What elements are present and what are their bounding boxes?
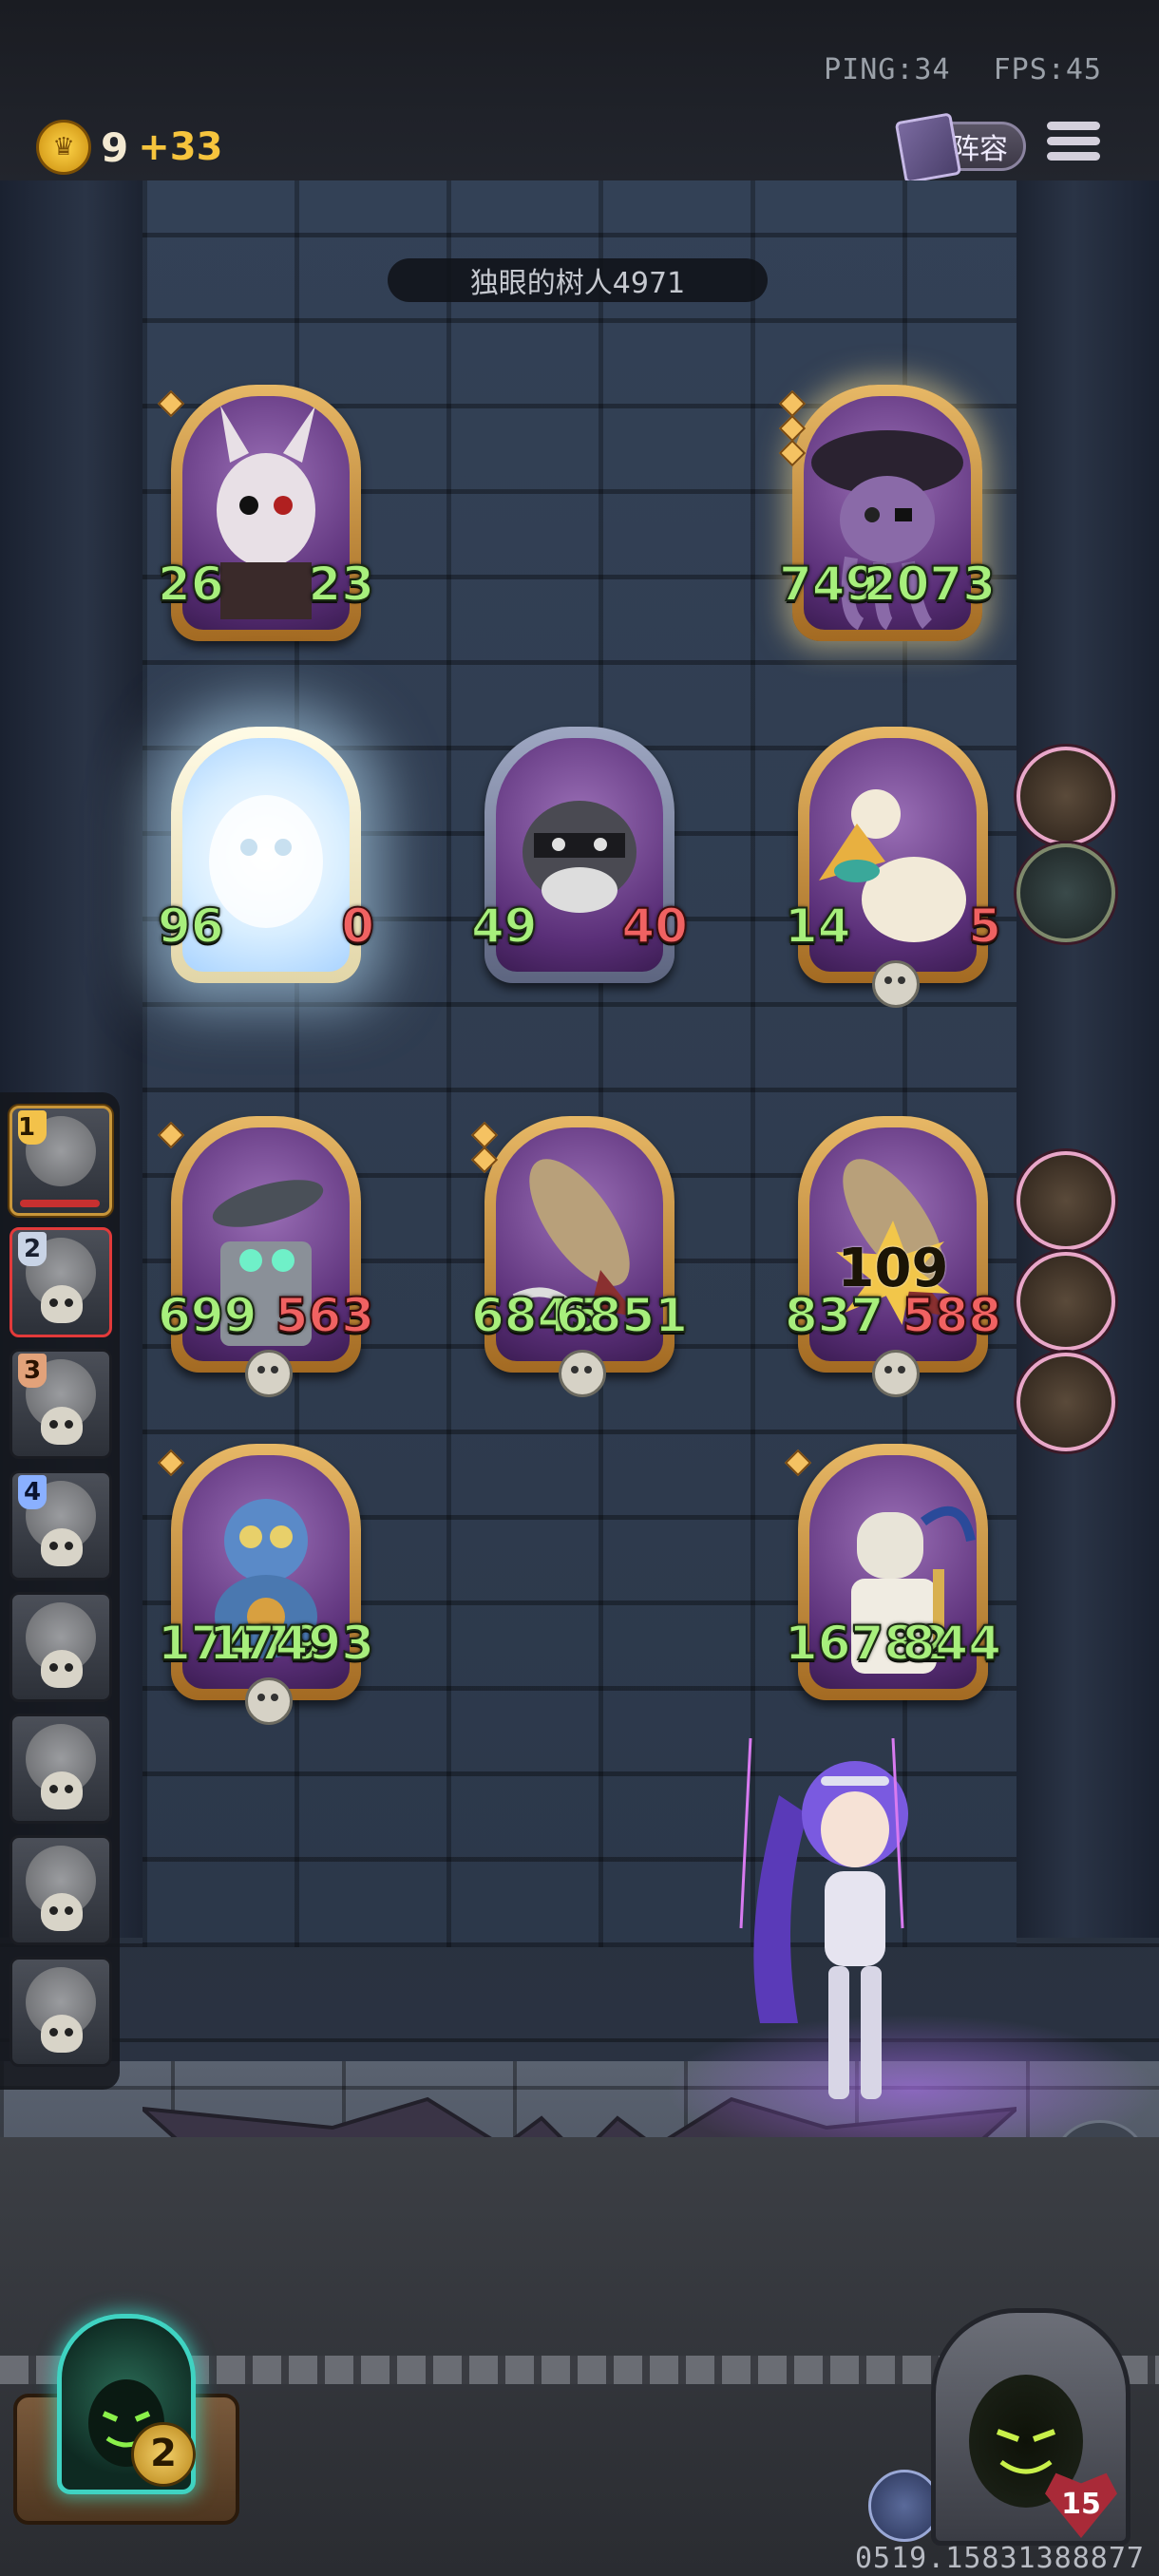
gold-display: ♛ 9 +33 [36,120,222,175]
lineup-book-icon [894,112,962,184]
lives-count: 15 [1061,2488,1101,2521]
gold-income: +33 [138,125,223,169]
turn-slot-1[interactable]: 1 [10,1106,112,1216]
turn-order-list: 1 2 3 4 [0,1092,120,2090]
enemy-name: 独眼的树人4971 [388,258,768,302]
room-id: 0519.15831388877 [855,2542,1145,2575]
skull-icon [872,1350,920,1397]
turn-order-badge: 2 [18,1232,47,1266]
card-health: 0 [340,899,375,954]
fps-label: FPS:45 [993,53,1102,86]
lighthouse-relic-icon[interactable] [1016,1353,1115,1451]
skull-icon [41,1893,83,1931]
catapult-relic-icon[interactable] [1016,747,1115,845]
card-attack: 14 [784,899,852,954]
network-stats: PING:34 FPS:45 [799,53,1102,86]
top-bar: PING:34 FPS:45 ♛ 9 +33 阵容 [0,0,1159,184]
right-pillar [1016,180,1159,1938]
card-trash-robot[interactable]: 699 563 [157,1116,375,1397]
skull-icon [41,2015,83,2053]
turn-slot-4[interactable]: 4 [10,1470,112,1581]
turn-order-badge: 1 [18,1110,47,1145]
card-attack: 699 [157,1288,257,1343]
skull-icon [559,1350,606,1397]
hero-character[interactable] [722,1738,969,2118]
skull-icon [41,1771,83,1809]
card-round-robot[interactable]: 17479 17493 [157,1444,375,1725]
card-attack: 96 [157,899,225,954]
skull-icon [41,1285,83,1323]
turn-slot-2[interactable]: 2 [10,1227,112,1337]
card-rocket-a[interactable]: 6845 6851 [470,1116,689,1397]
card-attack: 26 [157,557,225,612]
card-health: 5 [967,899,1002,954]
turn-slot-3[interactable]: 3 [10,1349,112,1459]
skull-icon [245,1677,293,1725]
card-rocket-b[interactable]: 109 837 588 [784,1116,1002,1397]
card-knight[interactable]: 16782 844 [784,1444,1002,1700]
skull-icon [245,1350,293,1397]
card-health: 40 [620,899,689,954]
card-health: 23 [307,557,375,612]
ping-label: PING:34 [824,53,951,86]
turn-slot-7[interactable] [10,1835,112,1945]
skull-icon [41,1650,83,1688]
skull-icon [41,1528,83,1566]
turn-slot-6[interactable] [10,1714,112,1824]
card-attack: 837 [784,1288,884,1343]
lineup-button[interactable]: 阵容 [894,112,1026,184]
card-health: 588 [902,1288,1002,1343]
menu-icon[interactable] [1047,122,1100,171]
coin-icon: ♛ [36,120,91,175]
turn-slot-8[interactable] [10,1957,112,2067]
enemy-card-octopus[interactable]: 749 2073 [778,385,997,641]
horn-relic-icon[interactable] [1016,843,1115,942]
card-dying-ghost[interactable]: 96 0 [157,727,375,983]
turn-slot-5[interactable] [10,1592,112,1702]
skull-icon [41,1407,83,1445]
card-health: 2073 [863,557,997,612]
turn-order-badge: 3 [18,1354,47,1388]
card-pelican[interactable]: 14 5 [784,727,1002,1008]
portal-count-badge: 2 [131,2422,196,2487]
shield-icon[interactable] [868,2470,940,2542]
crossbow-relic-icon-2[interactable] [1016,1252,1115,1351]
gold-value: 9 [101,123,129,171]
crossbow-relic-icon[interactable] [1016,1151,1115,1250]
enemy-card-rabbit[interactable]: 26 23 [157,385,375,641]
card-raccoon[interactable]: 49 40 [470,727,689,983]
skull-icon [872,960,920,1008]
card-health: 844 [902,1616,1002,1671]
card-health: 563 [275,1288,375,1343]
turn-order-badge: 4 [18,1475,47,1509]
card-health: 17493 [208,1616,375,1671]
card-attack: 49 [470,899,539,954]
card-health: 6851 [555,1288,689,1343]
